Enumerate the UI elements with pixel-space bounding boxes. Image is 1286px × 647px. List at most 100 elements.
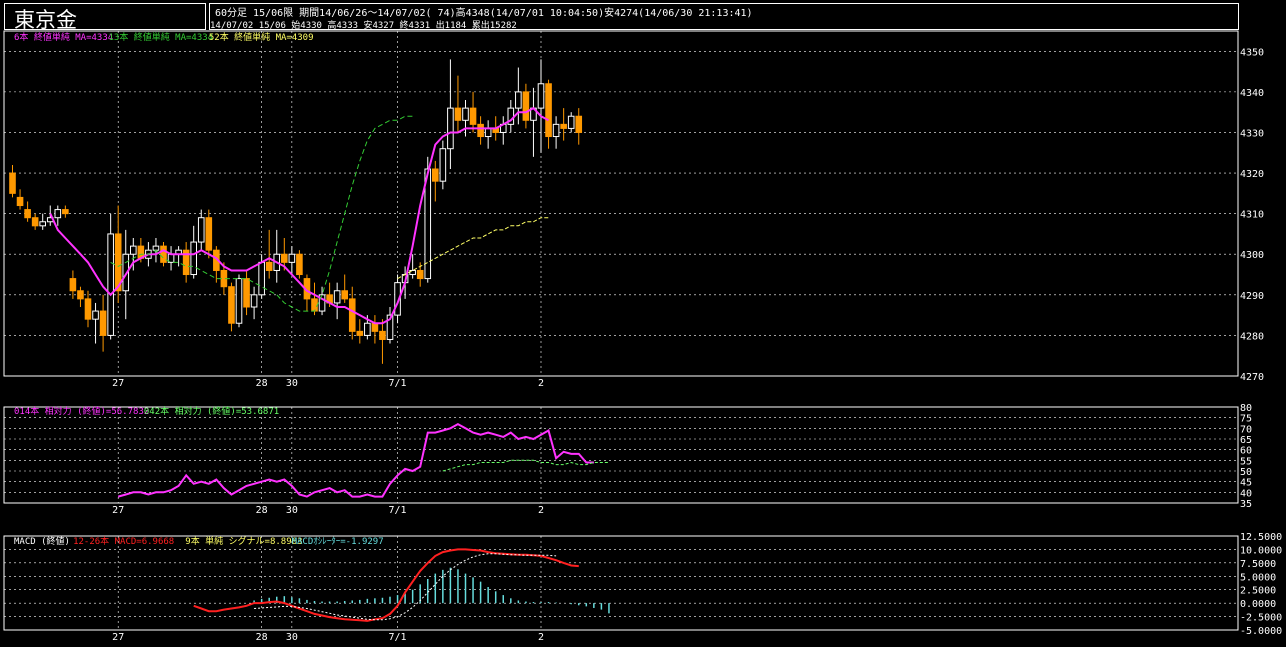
candle-body [84, 298, 92, 320]
y-tick-label-rsi: 80 [1240, 403, 1252, 414]
y-tick-label-rsi: 50 [1240, 467, 1252, 478]
legend-entry: 014本 相対力 (終値)=56.7832 [14, 405, 149, 417]
candle-body [348, 298, 356, 332]
candle-body [515, 91, 522, 109]
candle-body [190, 241, 197, 276]
y-tick-label-rsi: 65 [1240, 435, 1252, 446]
legend-entry: 9本 単純 シグナル=8.8963 [185, 535, 302, 547]
y-tick-label-macd: 10.0000 [1240, 545, 1282, 556]
legend-entry: 52本 終値単純 MA=4309 [209, 31, 314, 43]
x-tick-label-macd: 30 [286, 632, 298, 643]
y-tick-label-rsi: 45 [1240, 478, 1252, 489]
x-tick-label-macd: 28 [256, 632, 268, 643]
macd-line [193, 548, 579, 622]
candle-body [228, 286, 235, 324]
candle-body [250, 294, 258, 308]
x-tick-label-price: 27 [112, 378, 124, 389]
candle-body [341, 290, 348, 300]
candle-body [311, 298, 318, 312]
candle-body [235, 278, 243, 324]
candle-body [522, 91, 530, 121]
candle-body [432, 168, 439, 182]
y-tick-label-macd: 12.5000 [1240, 532, 1282, 543]
candle-body [296, 253, 303, 276]
y-tick-label-price: 4350 [1240, 47, 1264, 58]
candle-body [447, 107, 454, 150]
candle-body [16, 196, 24, 207]
candle-body [243, 278, 250, 308]
legend-entry: 042本 相対力 (終値)=53.6871 [144, 405, 279, 417]
y-tick-label-price: 4280 [1240, 331, 1264, 342]
panel-macd [3, 535, 1239, 631]
legend-entry: MACDｵｼﾚｰﾀｰ=-1.9297 [292, 536, 384, 547]
y-tick-label-price: 4320 [1240, 169, 1264, 180]
candle-body [484, 127, 492, 138]
x-tick-label-macd: 2 [538, 632, 544, 643]
candle-body [258, 261, 265, 296]
x-tick-label-rsi: 27 [112, 505, 124, 516]
candle-body [99, 310, 107, 336]
legend-entry: 12-26本 MACD=6.9668 [73, 535, 174, 547]
x-tick-label-macd: 27 [112, 632, 124, 643]
candle-body [462, 107, 469, 121]
candle-body [356, 330, 364, 336]
x-tick-label-price: 7/1 [389, 378, 407, 389]
x-tick-label-rsi: 30 [286, 505, 298, 516]
y-tick-label-macd: -2.5000 [1240, 613, 1282, 624]
y-tick-label-rsi: 70 [1240, 424, 1252, 435]
x-tick-label-price: 2 [538, 378, 544, 389]
y-tick-label-price: 4310 [1240, 210, 1264, 221]
candle-body [545, 83, 552, 138]
candle-body [567, 115, 575, 129]
y-tick-label-macd: 2.5000 [1240, 586, 1276, 597]
candle-body [469, 107, 477, 125]
x-tick-label-rsi: 2 [538, 505, 544, 516]
candle-body [281, 253, 288, 263]
candle-body [152, 245, 160, 251]
y-tick-label-price: 4300 [1240, 250, 1264, 261]
candle-body [537, 83, 545, 109]
y-tick-label-price: 4340 [1240, 88, 1264, 99]
y-tick-label-rsi: 60 [1240, 446, 1252, 457]
candle-body [439, 148, 447, 182]
candle-body [197, 217, 205, 243]
legend-entry: 6本 終値単純 MA=4334 [14, 31, 113, 43]
candle-body [24, 209, 31, 219]
y-tick-label-rsi: 40 [1240, 488, 1252, 499]
y-tick-label-rsi: 55 [1240, 456, 1252, 467]
x-tick-label-price: 30 [286, 378, 298, 389]
y-tick-label-price: 4290 [1240, 291, 1264, 302]
legend-entry: MACD (終値) [14, 535, 70, 547]
candle-body [62, 209, 69, 215]
candle-body [371, 322, 379, 332]
candle-body [160, 245, 167, 263]
candle-body [364, 322, 371, 336]
candle-body [9, 172, 16, 194]
candle-body [31, 217, 39, 227]
candle-body [54, 209, 62, 219]
x-tick-label-rsi: 7/1 [389, 505, 407, 516]
y-tick-label-rsi: 35 [1240, 499, 1252, 510]
candle-body [77, 290, 84, 300]
candle-body [416, 269, 424, 280]
y-tick-label-rsi: 75 [1240, 414, 1252, 425]
candle-body [333, 290, 341, 304]
y-tick-label-price: 4330 [1240, 128, 1264, 139]
candle-body [39, 221, 47, 227]
y-tick-label-macd: 0.0000 [1240, 599, 1276, 610]
x-tick-label-macd: 7/1 [389, 632, 407, 643]
candle-body [265, 261, 273, 271]
candle-body [92, 310, 99, 320]
x-tick-label-rsi: 28 [256, 505, 268, 516]
candle-body [379, 330, 386, 340]
y-tick-label-macd: 7.5000 [1240, 559, 1276, 570]
y-tick-label-price: 4270 [1240, 372, 1264, 383]
candle-body [454, 107, 462, 121]
legend-entry: 13本 終値単純 MA=4334 [109, 31, 214, 43]
candle-body [107, 233, 114, 336]
y-tick-label-macd: -5.0000 [1240, 626, 1282, 637]
candle-body [560, 123, 567, 129]
rsi42-line [442, 459, 609, 472]
candle-body [130, 245, 137, 255]
panel-rsi [3, 406, 1239, 504]
